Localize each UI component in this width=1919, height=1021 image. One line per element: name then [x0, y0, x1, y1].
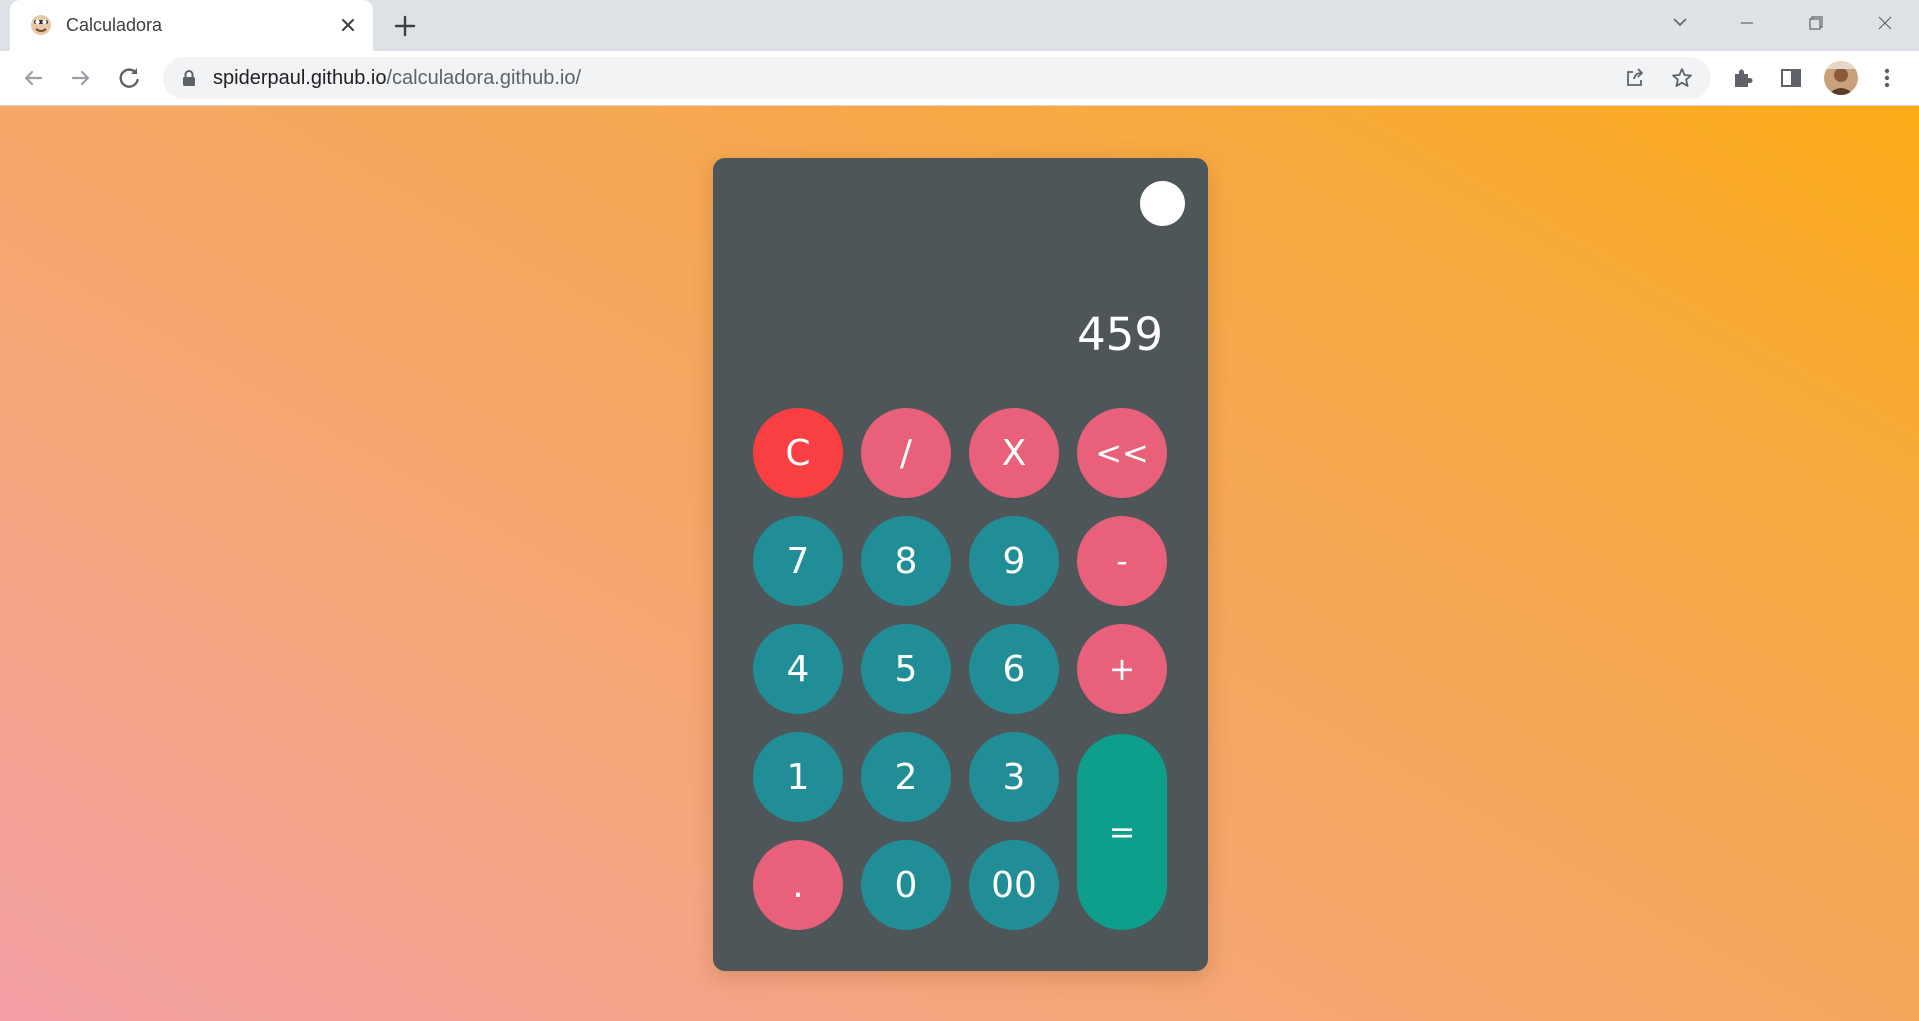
reload-icon[interactable] [114, 63, 144, 93]
backspace-button[interactable]: << [1077, 408, 1167, 498]
digit-9-button[interactable]: 9 [969, 516, 1059, 606]
browser-toolbar: spiderpaul.github.io/calculadora.github.… [0, 51, 1919, 106]
tab-close-icon[interactable] [336, 13, 360, 37]
star-icon[interactable] [1670, 66, 1694, 90]
decimal-point-button[interactable]: . [753, 840, 843, 930]
digit-0-button[interactable]: 0 [861, 840, 951, 930]
equals-button[interactable]: = [1077, 734, 1167, 930]
close-window-icon[interactable] [1862, 6, 1908, 40]
double-zero-button[interactable]: 00 [969, 840, 1059, 930]
lock-icon[interactable] [181, 69, 197, 87]
url-path: /calculadora.github.io/ [386, 67, 582, 89]
minimize-icon[interactable] [1724, 6, 1770, 40]
kebab-menu-icon[interactable] [1874, 65, 1900, 91]
share-icon[interactable] [1623, 66, 1647, 90]
arrow-left-icon[interactable] [18, 63, 48, 93]
tab-search-chevron-icon[interactable] [1668, 10, 1692, 34]
clear-button[interactable]: C [753, 408, 843, 498]
tab-title: Calculadora [66, 15, 163, 35]
restore-window-icon[interactable] [1793, 6, 1839, 40]
profile-avatar[interactable] [1824, 61, 1858, 95]
divide-button[interactable]: / [861, 408, 951, 498]
side-panel-icon[interactable] [1778, 65, 1804, 91]
theme-toggle-button[interactable] [1140, 181, 1185, 226]
url-host: spiderpaul.github.io [213, 67, 387, 89]
plus-button[interactable]: + [1077, 624, 1167, 714]
digit-6-button[interactable]: 6 [969, 624, 1059, 714]
tab-calculadora[interactable]: Calculadora [10, 0, 373, 51]
digit-1-button[interactable]: 1 [753, 732, 843, 822]
digit-3-button[interactable]: 3 [969, 732, 1059, 822]
avatar-photo-icon [1824, 61, 1858, 95]
digit-4-button[interactable]: 4 [753, 624, 843, 714]
digit-8-button[interactable]: 8 [861, 516, 951, 606]
multiply-button[interactable]: X [969, 408, 1059, 498]
new-tab-icon[interactable] [390, 11, 420, 41]
calculator: 459 C / X << 7 8 9 - 4 5 6 + 1 2 3 = . 0… [713, 158, 1208, 971]
page-viewport: 459 C / X << 7 8 9 - 4 5 6 + 1 2 3 = . 0… [0, 106, 1919, 1021]
calculator-favicon-icon [31, 15, 51, 35]
minus-button[interactable]: - [1077, 516, 1167, 606]
tab-strip: Calculadora [0, 0, 1919, 51]
puzzle-icon[interactable] [1730, 65, 1756, 91]
digit-7-button[interactable]: 7 [753, 516, 843, 606]
digit-5-button[interactable]: 5 [861, 624, 951, 714]
address-bar[interactable]: spiderpaul.github.io/calculadora.github.… [163, 57, 1711, 99]
calculator-display: 459 [1077, 308, 1163, 361]
url-text[interactable]: spiderpaul.github.io/calculadora.github.… [213, 67, 581, 90]
arrow-right-icon[interactable] [66, 63, 96, 93]
digit-2-button[interactable]: 2 [861, 732, 951, 822]
